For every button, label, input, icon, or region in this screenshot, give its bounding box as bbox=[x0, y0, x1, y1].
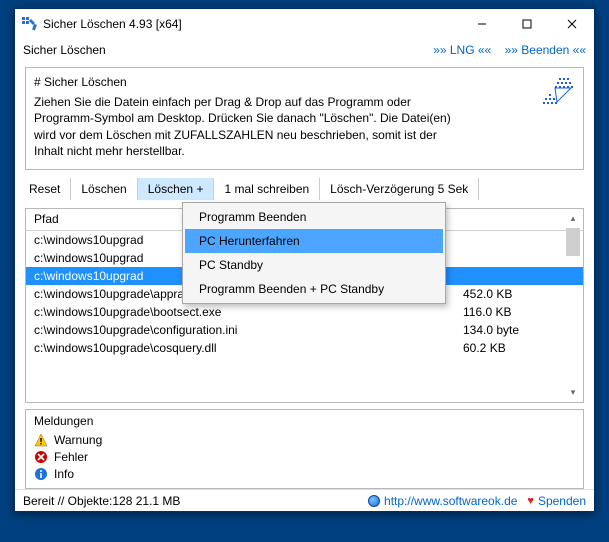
statusbar: Bereit // Objekte:128 21.1 MB http://www… bbox=[15, 489, 594, 511]
menu-item-exit-and-standby[interactable]: Programm Beenden + PC Standby bbox=[185, 277, 443, 301]
cell-path: c:\windows10upgrade\cosquery.dll bbox=[34, 341, 463, 355]
status-text: Bereit // Objekte:128 21.1 MB bbox=[23, 494, 358, 508]
titlebar: Sicher Löschen 4.93 [x64] bbox=[15, 9, 594, 39]
table-row[interactable]: c:\windows10upgrade\bootsect.exe116.0 KB bbox=[26, 303, 583, 321]
reset-button[interactable]: Reset bbox=[25, 178, 71, 200]
warning-label: Warnung bbox=[54, 433, 102, 447]
write-once-button[interactable]: 1 mal schreiben bbox=[214, 178, 320, 200]
donate-label: Spenden bbox=[538, 494, 586, 508]
maximize-button[interactable] bbox=[504, 9, 549, 39]
toolbar: Reset Löschen Löschen + 1 mal schreiben … bbox=[25, 176, 584, 202]
menu-exit[interactable]: »» Beenden «« bbox=[505, 43, 586, 57]
scroll-down-icon[interactable]: ▾ bbox=[565, 384, 581, 400]
menu-item-standby[interactable]: PC Standby bbox=[185, 253, 443, 277]
message-info: Info bbox=[34, 465, 575, 482]
message-error: Fehler bbox=[34, 448, 575, 465]
delete-button[interactable]: Löschen bbox=[71, 178, 137, 200]
delete-plus-menu: Programm Beenden PC Herunterfahren PC St… bbox=[182, 202, 446, 304]
menu-lng[interactable]: »» LNG «« bbox=[433, 43, 491, 57]
app-window: Sicher Löschen 4.93 [x64] Sicher Löschen… bbox=[14, 8, 595, 512]
messages-title: Meldungen bbox=[34, 414, 575, 428]
cell-path: c:\windows10upgrade\bootsect.exe bbox=[34, 305, 463, 319]
info-panel: # Sicher Löschen Ziehen Sie die Datein e… bbox=[25, 67, 584, 170]
message-warning: Warnung bbox=[34, 431, 575, 448]
delete-delay-button[interactable]: Lösch-Verzögerung 5 Sek bbox=[320, 178, 479, 200]
info-text: Ziehen Sie die Datein einfach per Drag &… bbox=[34, 94, 454, 159]
website-link[interactable]: http://www.softwareok.de bbox=[368, 494, 517, 508]
minimize-button[interactable] bbox=[459, 9, 504, 39]
vertical-scrollbar[interactable]: ▴ ▾ bbox=[565, 211, 581, 400]
close-button[interactable] bbox=[549, 9, 594, 39]
website-url: http://www.softwareok.de bbox=[384, 494, 517, 508]
menu-item-exit-program[interactable]: Programm Beenden bbox=[185, 205, 443, 229]
globe-icon bbox=[368, 495, 380, 507]
menubar: Sicher Löschen »» LNG «« »» Beenden «« bbox=[15, 39, 594, 61]
app-icon bbox=[21, 16, 37, 32]
delete-plus-button[interactable]: Löschen + bbox=[138, 178, 215, 200]
info-label: Info bbox=[54, 467, 74, 481]
error-icon bbox=[34, 450, 48, 464]
error-label: Fehler bbox=[54, 450, 88, 464]
table-row[interactable]: c:\windows10upgrade\cosquery.dll60.2 KB bbox=[26, 339, 583, 357]
cell-path: c:\windows10upgrade\configuration.ini bbox=[34, 323, 463, 337]
menu-app[interactable]: Sicher Löschen bbox=[23, 43, 423, 57]
window-title: Sicher Löschen 4.93 [x64] bbox=[43, 17, 459, 31]
menu-item-shutdown[interactable]: PC Herunterfahren bbox=[185, 229, 443, 253]
info-title: # Sicher Löschen bbox=[34, 74, 575, 90]
table-row[interactable]: c:\windows10upgrade\configuration.ini134… bbox=[26, 321, 583, 339]
heart-icon: ♥ bbox=[527, 495, 534, 507]
scroll-up-icon[interactable]: ▴ bbox=[565, 211, 581, 227]
shred-icon bbox=[541, 76, 575, 110]
window-controls bbox=[459, 9, 594, 39]
info-icon bbox=[34, 467, 48, 481]
donate-link[interactable]: ♥ Spenden bbox=[527, 494, 586, 508]
warning-icon bbox=[34, 433, 48, 447]
messages-panel: Meldungen Warnung Fehler Info bbox=[25, 409, 584, 489]
scroll-thumb[interactable] bbox=[566, 228, 580, 256]
